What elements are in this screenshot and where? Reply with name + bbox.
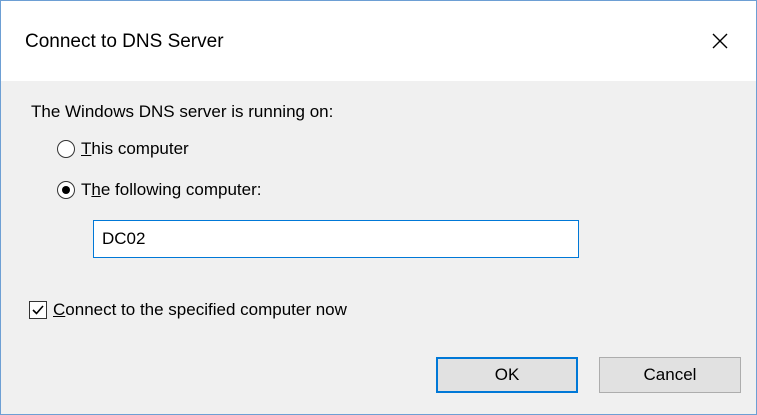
ok-button[interactable]: OK [436,357,578,393]
connect-now-option[interactable]: Connect to the specified computer now [29,298,347,322]
computer-name-input[interactable] [94,221,578,257]
computer-name-field[interactable] [93,220,579,258]
close-icon [712,33,728,49]
radio-following-computer-indicator[interactable] [57,181,75,199]
checkmark-icon [32,305,44,315]
connect-now-checkbox[interactable] [29,301,47,319]
radio-following-computer[interactable]: The following computer: [57,178,262,202]
dns-connect-dialog: Connect to DNS Server The Windows DNS se… [0,0,757,415]
radio-this-computer-indicator[interactable] [57,140,75,158]
dialog-title: Connect to DNS Server [25,31,224,52]
radio-following-computer-label: The following computer: [81,180,262,199]
radio-this-computer-label: This computer [81,139,189,158]
server-location-label: The Windows DNS server is running on: [31,102,334,121]
radio-this-computer[interactable]: This computer [57,137,189,161]
title-bar: Connect to DNS Server [1,1,756,81]
close-button[interactable] [686,1,756,81]
cancel-button[interactable]: Cancel [599,357,741,393]
connect-now-label: Connect to the specified computer now [53,300,347,319]
